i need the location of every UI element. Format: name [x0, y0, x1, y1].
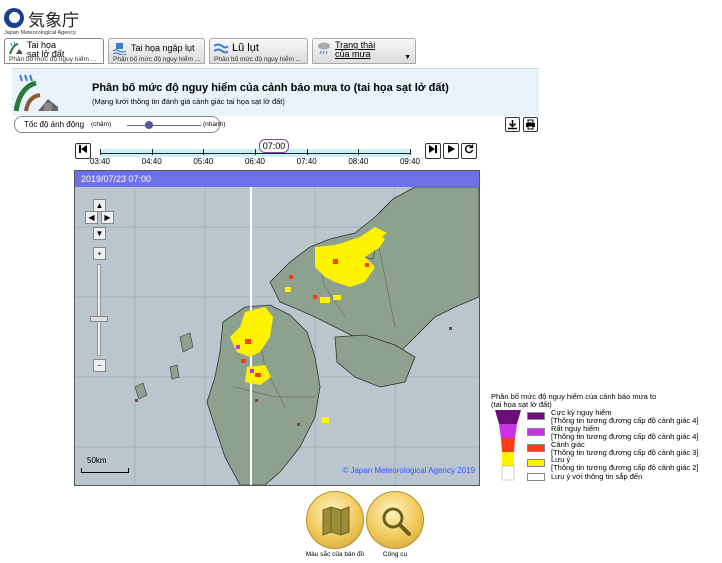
legend-swatch-caution — [527, 459, 545, 467]
tab-rain-status[interactable]: Trạng thái của mưa ▼ — [312, 38, 416, 64]
animation-speed-control: Tốc độ ảnh động (chậm) (nhanh) — [14, 116, 225, 133]
zoom-in-button[interactable]: + — [93, 247, 106, 260]
flood-icon — [113, 43, 127, 55]
tab-river-flood-title: Lũ lụt — [232, 42, 259, 54]
speed-label: Tốc độ ảnh động — [24, 120, 85, 129]
magnifier-icon — [382, 507, 411, 536]
timeline-tick-label: 06:40 — [244, 157, 266, 166]
tab-flood[interactable]: Tai họa ngập lụt Phân bố mức độ nguy hiể… — [108, 38, 205, 64]
timeline-current-time[interactable]: 07:00 — [259, 139, 289, 153]
legend-label-alert: Cảnh giác [Thông tin tương đương cấp độ c… — [551, 440, 699, 457]
jma-logo[interactable]: 気象庁 Japan Meteorological Agency — [4, 6, 124, 36]
legend-swatch-alert — [527, 444, 545, 452]
map-copyright: © Japan Meteorological Agency 2019 — [342, 466, 475, 475]
refresh-icon — [464, 144, 474, 154]
first-frame-icon — [79, 145, 87, 153]
page-subtitle: (Mạng lưới thông tin đánh giá cảnh giác … — [92, 97, 285, 106]
download-button[interactable] — [505, 117, 520, 132]
last-frame-icon — [429, 145, 437, 153]
tab-rain-status-title: Trạng thái của mưa — [335, 40, 376, 59]
tab-river-flood-sub: Phân bố mức độ nguy hiểm ... — [214, 56, 302, 63]
legend-label-caution: Lưu ý [Thông tin tương đương cấp độ cảnh … — [551, 455, 699, 472]
legend-label-upcoming: Lưu ý với thông tin sắp đến — [551, 472, 643, 481]
pan-down-button[interactable]: ▼ — [93, 227, 106, 240]
legend-swatch-upcoming — [527, 473, 545, 481]
zoom-slider-handle[interactable] — [90, 316, 108, 323]
map-canvas[interactable] — [75, 187, 479, 485]
tools-label: Công cụ — [382, 551, 408, 558]
play-icon — [448, 145, 455, 153]
print-icon — [526, 119, 535, 130]
refresh-button[interactable] — [461, 143, 477, 159]
download-icon — [508, 120, 517, 130]
print-button[interactable] — [523, 117, 538, 132]
landslide-icon — [9, 41, 22, 55]
legend-label-very-high: Rất nguy hiểm [Thông tin tương đương cấp … — [551, 424, 699, 441]
timeline-tick-label: 08:40 — [348, 157, 369, 166]
zoom-out-button[interactable]: − — [93, 359, 106, 372]
map-legend: Phân bố mức độ nguy hiểm của cảnh báo mư… — [491, 393, 719, 485]
timeline-tick — [410, 149, 411, 155]
timeline-tick-label: 05:40 — [193, 157, 214, 166]
timeline-tick-label: 03:40 — [89, 157, 111, 166]
tools-button[interactable] — [366, 491, 424, 549]
folded-map-icon — [322, 506, 350, 536]
speed-slider-track[interactable] — [127, 125, 201, 126]
page-header: Phân bố mức độ nguy hiểm của cảnh báo mư… — [12, 68, 539, 116]
map-datetime: 2019/07/23 07:00 — [81, 174, 152, 184]
pan-right-button[interactable]: ▶ — [101, 211, 114, 224]
timeline-tick-label: 04:40 — [141, 157, 162, 166]
scale-label: 50km — [87, 456, 107, 465]
tab-river-flood[interactable]: Lũ lụt Phân bố mức độ nguy hiểm ... — [209, 38, 308, 64]
tab-flood-sub: Phân bố mức độ nguy hiểm ... — [113, 56, 201, 63]
speed-slider-handle[interactable] — [145, 121, 154, 129]
timeline-tick — [151, 149, 153, 155]
speed-fast-label: (nhanh) — [203, 121, 226, 128]
timeline-tick — [255, 149, 256, 155]
pan-left-button[interactable]: ◀ — [85, 211, 98, 224]
timeline-tick — [358, 149, 360, 155]
scale-bar — [81, 468, 129, 473]
river-flood-icon — [214, 43, 228, 54]
timeline-tick-label: 07:40 — [296, 157, 317, 166]
risk-map[interactable]: 2019/07/23 07:00 ▲ ◀ ▶ ▼ + − 50km © Japa… — [74, 170, 480, 486]
tab-landslide-sub: Phân bố mức độ nguy hiểm ... — [9, 56, 97, 63]
timeline-tick-label: 09:40 — [399, 157, 421, 166]
rain-cloud-icon — [318, 42, 330, 55]
last-frame-button[interactable] — [425, 143, 441, 159]
page-title: Phân bố mức độ nguy hiểm của cảnh báo mư… — [92, 82, 449, 94]
map-header: 2019/07/23 07:00 — [75, 171, 479, 187]
play-button[interactable] — [443, 143, 459, 159]
zoom-slider-track[interactable] — [97, 264, 101, 356]
timeline-tick — [203, 149, 205, 155]
tab-flood-title: Tai họa ngập lụt — [131, 43, 195, 53]
legend-swatch-very-high — [527, 428, 545, 436]
jma-logo-icon — [4, 8, 24, 28]
map-color-label: Màu sắc của bản đồ — [305, 551, 365, 558]
landslide-large-icon — [14, 74, 58, 112]
chevron-down-icon[interactable]: ▼ — [404, 54, 411, 61]
legend-color-ramp — [495, 410, 521, 481]
logo-en-text: Japan Meteorological Agency — [4, 30, 76, 36]
tab-landslide[interactable]: Tai họa sạt lở đất Phân bố mức độ nguy hi… — [4, 38, 104, 64]
map-color-button[interactable] — [306, 491, 364, 549]
first-frame-button[interactable] — [75, 143, 91, 159]
timeline-tick — [100, 149, 101, 155]
logo-jp-text: 気象庁 — [28, 11, 79, 31]
timeline-tick — [306, 149, 308, 155]
legend-title: Phân bố mức độ nguy hiểm của cảnh báo mư… — [491, 392, 657, 409]
legend-label-extreme: Cực kỳ nguy hiểm [Thông tin tương đương c… — [551, 408, 699, 425]
speed-slow-label: (chậm) — [91, 121, 112, 128]
legend-swatch-extreme — [527, 412, 545, 420]
